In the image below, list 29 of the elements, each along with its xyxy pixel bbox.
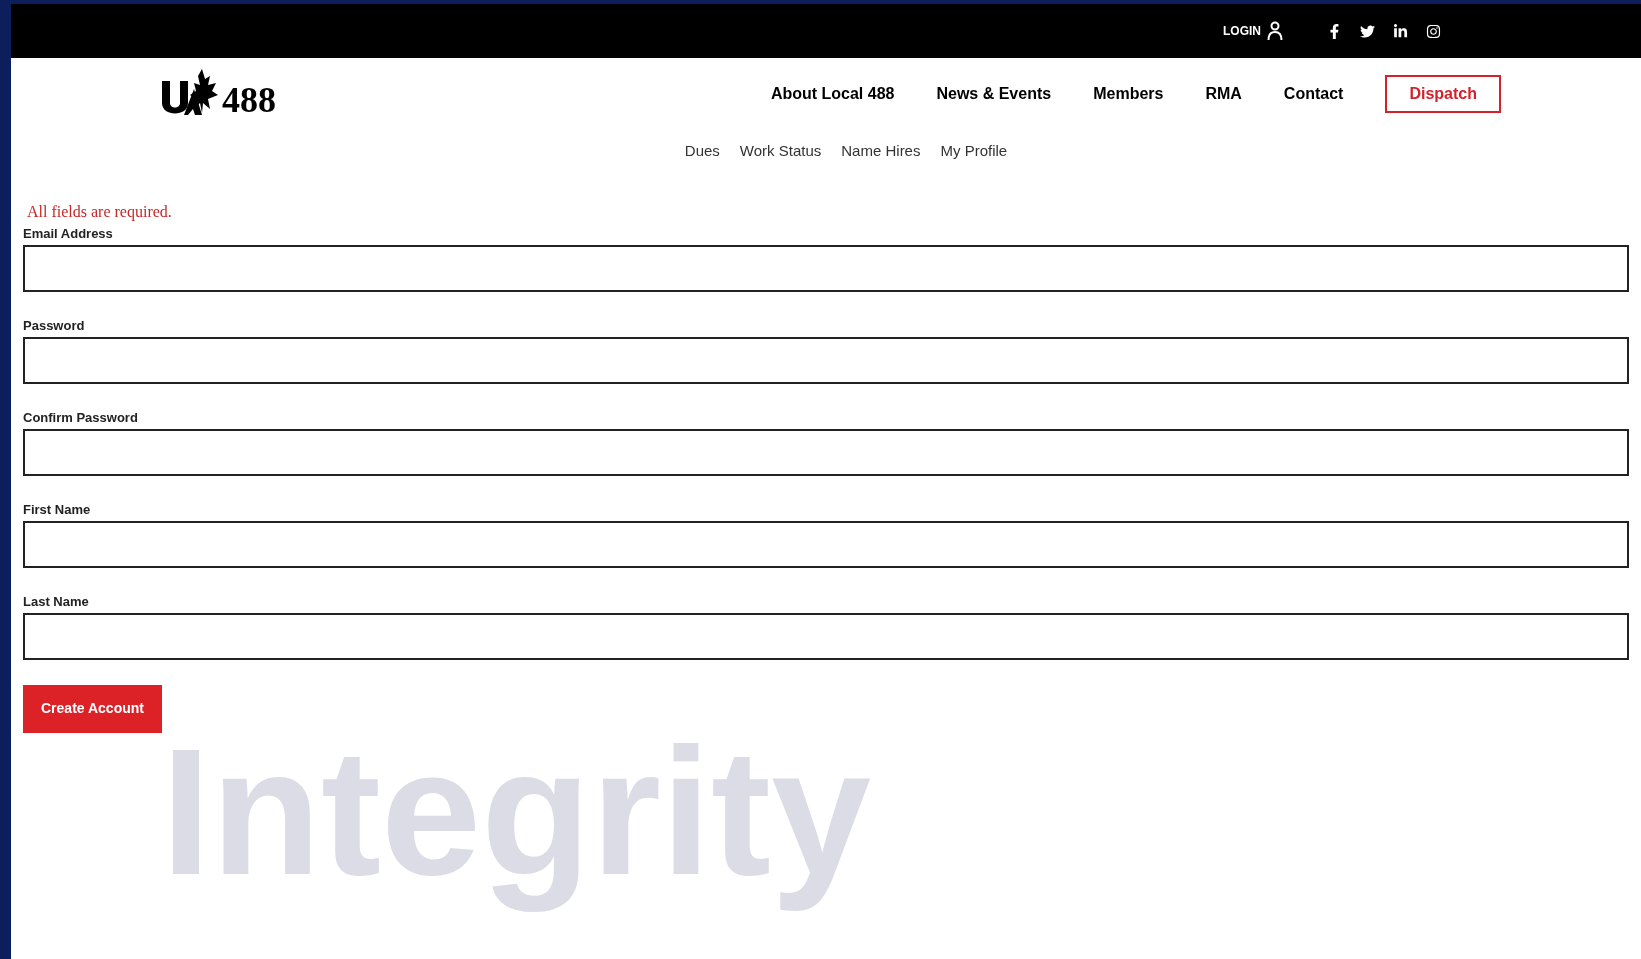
sub-nav-link[interactable]: Dues <box>684 140 720 163</box>
field-label: Last Name <box>23 593 90 609</box>
dispatch-button[interactable]: Dispatch <box>1385 75 1501 113</box>
sub-nav-link[interactable]: Name Hires <box>841 140 921 163</box>
nav-link[interactable]: News & Events <box>936 82 1052 106</box>
input-field[interactable] <box>23 244 1629 292</box>
input-field[interactable] <box>23 520 1629 568</box>
field-label: Email Address <box>23 225 114 241</box>
nav-link[interactable]: Contact <box>1283 82 1344 106</box>
field-label: First Name <box>23 501 92 517</box>
input-field[interactable] <box>23 612 1629 660</box>
linkedin-icon[interactable] <box>1393 23 1408 39</box>
nav-link[interactable]: Members <box>1093 82 1164 106</box>
sub-nav-link[interactable]: Work Status <box>739 140 822 163</box>
input-field[interactable] <box>23 428 1629 476</box>
camera-icon[interactable] <box>1426 23 1441 39</box>
field-label: Password <box>23 317 86 333</box>
logo-text: 488 <box>222 82 276 118</box>
input-field[interactable] <box>23 336 1629 384</box>
facebook-icon[interactable] <box>1327 23 1342 39</box>
sub-nav-link[interactable]: My Profile <box>940 140 1008 163</box>
required-notice: All fields are required. <box>27 202 173 221</box>
login-link[interactable]: LOGIN <box>1223 21 1283 41</box>
nav-link[interactable]: About Local 488 <box>770 82 895 106</box>
create-account-button[interactable]: Create Account <box>23 684 162 733</box>
nav-link[interactable]: RMA <box>1205 82 1242 106</box>
field-label: Confirm Password <box>23 409 139 425</box>
bird-icon[interactable] <box>1360 23 1375 39</box>
user-icon <box>1267 21 1283 41</box>
